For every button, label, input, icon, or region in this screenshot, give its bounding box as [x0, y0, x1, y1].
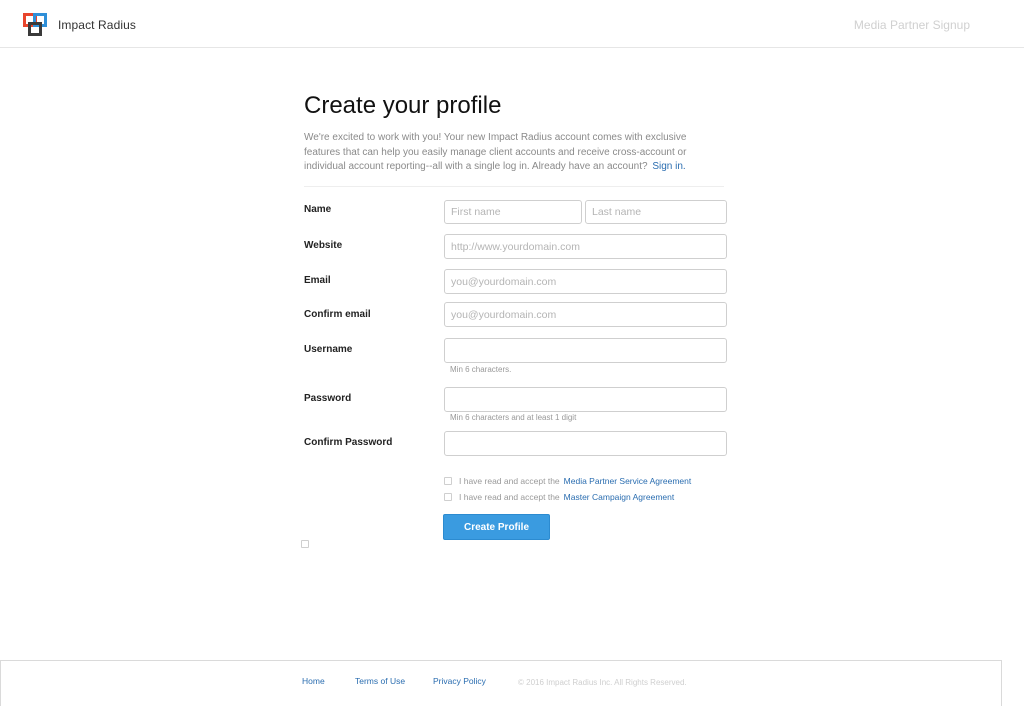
campaign-agreement-link[interactable]: Master Campaign Agreement: [564, 492, 675, 502]
name-label: Name: [304, 204, 332, 215]
signup-panel: Create your profile We're excited to wor…: [304, 91, 728, 540]
last-name-input[interactable]: [585, 200, 727, 224]
confirm-email-label: Confirm email: [304, 309, 371, 320]
email-label: Email: [304, 275, 331, 286]
top-bar: Impact Radius Media Partner Signup: [0, 0, 1024, 48]
footer: Home Terms of Use Privacy Policy © 2016 …: [0, 660, 1002, 706]
intro-text: We're excited to work with you! Your new…: [304, 131, 724, 187]
confirm-password-input[interactable]: [444, 431, 727, 456]
username-hint: Min 6 characters.: [450, 365, 512, 374]
username-label: Username: [304, 344, 353, 355]
impact-radius-logo-icon: [23, 13, 49, 37]
sign-in-link[interactable]: Sign in.: [652, 161, 685, 172]
website-label: Website: [304, 240, 343, 251]
confirm-password-label: Confirm Password: [304, 437, 393, 448]
page-title: Create your profile: [304, 92, 502, 119]
website-input[interactable]: [444, 234, 727, 259]
campaign-agreement-row: I have read and accept the Master Campai…: [444, 492, 674, 502]
brand-name: Impact Radius: [58, 18, 136, 32]
agree-text-1: I have read and accept the: [459, 476, 560, 486]
service-agreement-row: I have read and accept the Media Partner…: [444, 476, 691, 486]
stray-checkbox[interactable]: [301, 540, 309, 548]
password-label: Password: [304, 393, 352, 404]
footer-privacy-link[interactable]: Privacy Policy: [433, 676, 486, 686]
footer-terms-link[interactable]: Terms of Use: [355, 676, 405, 686]
media-partner-signup-label: Media Partner Signup: [853, 18, 970, 32]
agree-text-2: I have read and accept the: [459, 492, 560, 502]
footer-copyright: © 2016 Impact Radius Inc. All Rights Res…: [518, 678, 687, 687]
username-input[interactable]: [444, 338, 727, 363]
campaign-agreement-checkbox[interactable]: [444, 493, 452, 501]
first-name-input[interactable]: [444, 200, 582, 224]
password-hint: Min 6 characters and at least 1 digit: [450, 413, 577, 422]
service-agreement-checkbox[interactable]: [444, 477, 452, 485]
confirm-email-input[interactable]: [444, 302, 727, 327]
intro-body: We're excited to work with you! Your new…: [304, 132, 687, 172]
service-agreement-link[interactable]: Media Partner Service Agreement: [564, 476, 692, 486]
footer-home-link[interactable]: Home: [302, 676, 325, 686]
email-input[interactable]: [444, 269, 727, 294]
password-input[interactable]: [444, 387, 727, 412]
brand-logo[interactable]: Impact Radius: [23, 13, 136, 37]
create-profile-button[interactable]: Create Profile: [443, 514, 550, 540]
